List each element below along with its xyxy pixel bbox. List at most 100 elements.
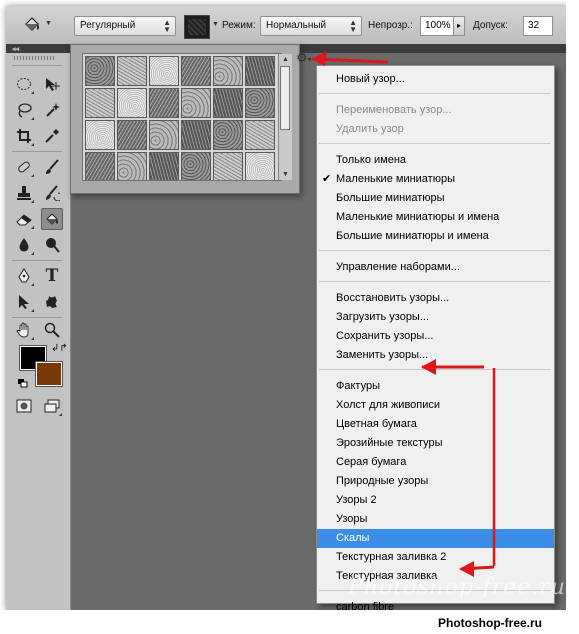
- menu-item[interactable]: Маленькие миниатюры и имена: [317, 208, 554, 227]
- path-selection-icon[interactable]: [13, 291, 35, 313]
- scroll-thumb[interactable]: [280, 66, 290, 130]
- menu-item[interactable]: Узоры 2: [317, 491, 554, 510]
- menu-item-label: Заменить узоры...: [336, 349, 429, 361]
- menu-item[interactable]: Текстурная заливка 2: [317, 548, 554, 567]
- pattern-swatch[interactable]: [149, 120, 179, 150]
- pen-icon[interactable]: [13, 265, 35, 287]
- fill-source-dropdown[interactable]: Регулярный ▲ ▼: [74, 16, 176, 36]
- menu-item[interactable]: Холст для живописи: [317, 396, 554, 415]
- paint-bucket-icon[interactable]: [41, 208, 63, 230]
- pattern-swatch[interactable]: [85, 88, 115, 118]
- type-icon[interactable]: T: [41, 265, 63, 287]
- pattern-scrollbar[interactable]: ▲ ▼: [278, 54, 292, 180]
- screen-mode-icon[interactable]: [41, 395, 63, 417]
- gear-icon[interactable]: ⚙▾: [296, 50, 312, 66]
- opacity-field[interactable]: 100%: [420, 16, 454, 36]
- menu-item[interactable]: Восстановить узоры...: [317, 289, 554, 308]
- magic-wand-icon[interactable]: [41, 99, 63, 121]
- pattern-swatch[interactable]: [245, 88, 275, 118]
- history-brush-icon[interactable]: [41, 182, 63, 204]
- pattern-swatch[interactable]: [245, 56, 275, 86]
- pattern-swatch-icon[interactable]: [184, 15, 210, 39]
- menu-item[interactable]: Заменить узоры...: [317, 346, 554, 365]
- blur-icon[interactable]: [13, 234, 35, 256]
- tolerance-field[interactable]: 32: [523, 16, 553, 36]
- menu-item[interactable]: Скалы: [317, 529, 554, 548]
- paint-bucket-icon[interactable]: [22, 15, 42, 35]
- lasso-icon[interactable]: [13, 99, 35, 121]
- pattern-swatch[interactable]: [149, 152, 179, 180]
- brush-icon[interactable]: [41, 156, 63, 178]
- menu-item-label: Маленькие миниатюры: [336, 173, 455, 185]
- scroll-up-icon[interactable]: ▲: [279, 54, 292, 65]
- divider: [12, 151, 62, 152]
- opacity-arrow-icon[interactable]: ▸: [453, 16, 465, 36]
- pattern-swatch[interactable]: [181, 120, 211, 150]
- menu-item[interactable]: Эрозийные текстуры: [317, 434, 554, 453]
- default-colors-icon[interactable]: [18, 379, 28, 388]
- quick-mask-icon[interactable]: [13, 395, 35, 417]
- menu-item[interactable]: Новый узор...: [317, 70, 554, 89]
- menu-item[interactable]: Природные узоры: [317, 472, 554, 491]
- pattern-picker-arrow-icon[interactable]: ▼: [212, 21, 219, 28]
- menu-item-label: Фактуры: [336, 380, 380, 392]
- pattern-swatch[interactable]: [181, 152, 211, 180]
- pattern-swatch[interactable]: [245, 152, 275, 180]
- pattern-swatch[interactable]: [85, 56, 115, 86]
- menu-item[interactable]: Загрузить узоры...: [317, 308, 554, 327]
- pattern-swatch[interactable]: [213, 152, 243, 180]
- menu-item[interactable]: Серая бумага: [317, 453, 554, 472]
- pattern-swatch[interactable]: [245, 120, 275, 150]
- pattern-swatch[interactable]: [181, 56, 211, 86]
- pattern-swatch[interactable]: [117, 152, 147, 180]
- pattern-swatch[interactable]: [181, 88, 211, 118]
- healing-brush-icon[interactable]: [13, 156, 35, 178]
- tool-preset-arrow-icon[interactable]: ▼: [45, 20, 52, 27]
- menu-item[interactable]: ✔ Маленькие миниатюры: [317, 170, 554, 189]
- menu-item-label: Управление наборами...: [336, 261, 460, 273]
- pattern-swatch[interactable]: [149, 88, 179, 118]
- pattern-swatch[interactable]: [213, 56, 243, 86]
- menu-item[interactable]: Цветная бумага: [317, 415, 554, 434]
- pattern-swatch[interactable]: [213, 120, 243, 150]
- clone-stamp-icon[interactable]: [13, 182, 35, 204]
- zoom-icon[interactable]: [41, 319, 63, 341]
- collapse-icon[interactable]: ◂◂: [12, 45, 19, 53]
- blend-mode-dropdown[interactable]: Нормальный ▲ ▼: [260, 16, 362, 36]
- pattern-swatch[interactable]: [117, 88, 147, 118]
- pattern-swatch[interactable]: [117, 56, 147, 86]
- torn-edge: [566, 0, 579, 634]
- pattern-swatch[interactable]: [149, 56, 179, 86]
- pattern-swatch[interactable]: [213, 88, 243, 118]
- eyedropper-icon[interactable]: [41, 125, 63, 147]
- swap-colors-icon[interactable]: ↲↱: [51, 343, 68, 354]
- menu-item[interactable]: Сохранить узоры...: [317, 327, 554, 346]
- menu-item-label: Природные узоры: [336, 475, 429, 487]
- custom-shape-icon[interactable]: [41, 291, 63, 313]
- menu-item[interactable]: Большие миниатюры и имена: [317, 227, 554, 246]
- marquee-icon[interactable]: [13, 73, 35, 95]
- menu-item[interactable]: Управление наборами...: [317, 258, 554, 277]
- divider: [12, 65, 62, 66]
- menu-item-label: Переименовать узор...: [336, 104, 452, 116]
- dodge-icon[interactable]: [41, 234, 63, 256]
- opacity-label: Непрозр.:: [368, 20, 413, 31]
- menu-item[interactable]: Узоры: [317, 510, 554, 529]
- menu-item[interactable]: Большие миниатюры: [317, 189, 554, 208]
- menu-separator: [319, 250, 551, 251]
- menu-item-label: Сохранить узоры...: [336, 330, 434, 342]
- menu-item[interactable]: Только имена: [317, 151, 554, 170]
- dropdown-arrows-icon: ▲ ▼: [349, 18, 357, 34]
- pattern-swatch[interactable]: [85, 120, 115, 150]
- move-icon[interactable]: [41, 73, 63, 95]
- menu-item[interactable]: Фактуры: [317, 377, 554, 396]
- pattern-swatch[interactable]: [117, 120, 147, 150]
- eraser-icon[interactable]: [13, 208, 35, 230]
- toolbox-grip[interactable]: [14, 56, 54, 60]
- background-color-swatch[interactable]: [35, 361, 63, 387]
- crop-icon[interactable]: [13, 125, 35, 147]
- scroll-down-icon[interactable]: ▼: [279, 169, 292, 180]
- menu-item-label: Большие миниатюры: [336, 192, 445, 204]
- hand-icon[interactable]: [13, 319, 35, 341]
- pattern-swatch[interactable]: [85, 152, 115, 180]
